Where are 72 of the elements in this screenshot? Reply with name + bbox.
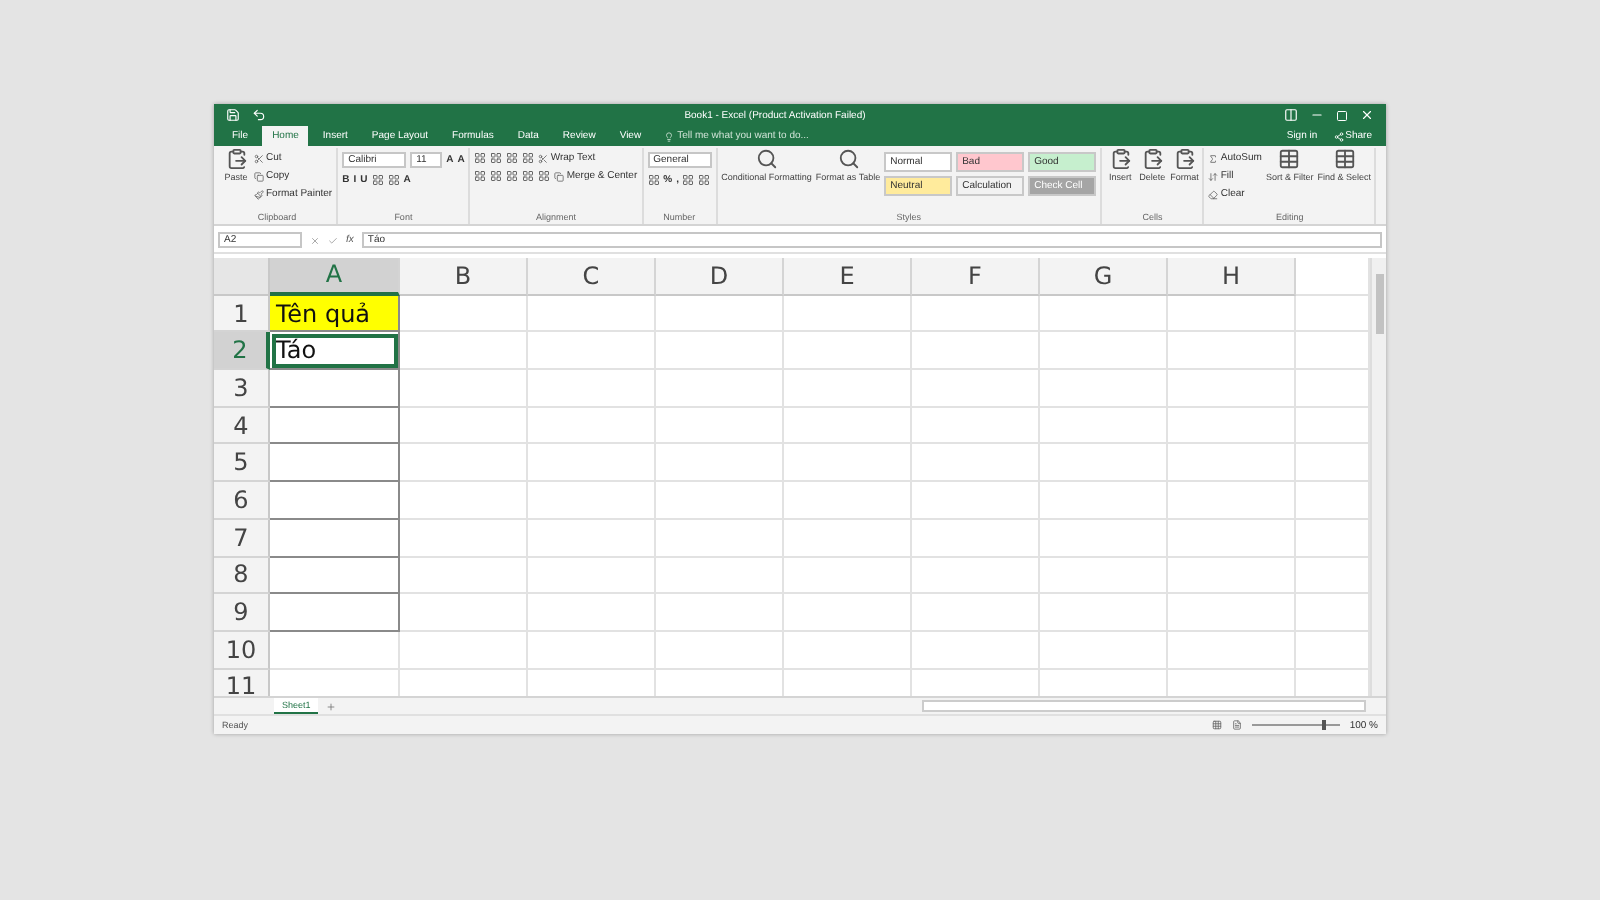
table-cell[interactable]: Táo (270, 332, 400, 371)
row-header[interactable]: 4 (214, 407, 270, 445)
ribbon-icon (1278, 148, 1301, 170)
close-icon[interactable] (1360, 108, 1374, 122)
format-icon[interactable] (522, 170, 535, 182)
undo-icon[interactable] (252, 108, 266, 122)
row-header[interactable]: 10 (214, 631, 270, 670)
format-icon[interactable] (682, 174, 695, 186)
ribbon-icon (225, 148, 247, 170)
minimize-icon[interactable] (1310, 108, 1324, 122)
ribbon-icon (1208, 153, 1219, 163)
column-header[interactable]: G (1040, 258, 1168, 296)
ribbon-icon (1141, 148, 1164, 170)
format-icon[interactable] (474, 170, 487, 182)
table-cell[interactable] (270, 594, 400, 632)
format-icon[interactable] (647, 174, 660, 186)
add-sheet-icon[interactable] (326, 701, 337, 711)
ribbon-icon (837, 148, 859, 170)
row-header[interactable]: 3 (214, 370, 270, 408)
ribbon-icon (254, 189, 264, 199)
ribbon-display-icon[interactable] (1284, 108, 1298, 122)
row-header[interactable]: 1 (214, 295, 270, 333)
format-icon[interactable] (538, 170, 551, 182)
format-icon[interactable] (506, 152, 519, 164)
column-header[interactable]: H (1168, 258, 1296, 296)
table-cell[interactable] (270, 407, 400, 445)
row-header[interactable]: 8 (214, 557, 270, 595)
ribbon-icon (1173, 148, 1196, 170)
format-icon[interactable] (387, 174, 400, 186)
page-layout-icon[interactable] (1231, 720, 1242, 730)
format-icon[interactable] (698, 174, 711, 186)
row-header[interactable]: 5 (214, 444, 270, 483)
table-cell[interactable]: Tên quả (270, 295, 400, 333)
row-header[interactable]: 9 (214, 594, 270, 632)
lightbulb-icon (663, 131, 674, 141)
format-icon[interactable] (522, 152, 535, 164)
vertical-scrollbar[interactable] (1370, 258, 1386, 696)
table-cell[interactable] (270, 370, 400, 408)
table-cell[interactable] (270, 519, 400, 557)
column-header[interactable]: A (270, 258, 400, 296)
enter-icon[interactable] (328, 235, 338, 245)
row-header[interactable]: 7 (214, 519, 270, 557)
column-header[interactable]: F (912, 258, 1040, 296)
ribbon-icon (1208, 189, 1219, 199)
row-header[interactable]: 6 (214, 482, 270, 520)
maximize-icon[interactable] (1336, 109, 1348, 121)
ribbon-icon (755, 148, 778, 170)
ribbon-icon (1333, 148, 1356, 170)
ribbon-icon (1208, 171, 1219, 181)
share-icon (1333, 131, 1344, 141)
row-header[interactable]: 2 (214, 332, 270, 371)
column-header[interactable]: E (784, 258, 912, 296)
ribbon-icon (1109, 148, 1132, 170)
column-header[interactable]: D (656, 258, 784, 296)
format-icon[interactable] (490, 152, 503, 164)
ribbon-icon (554, 171, 565, 181)
horizontal-scrollbar[interactable] (922, 700, 1366, 712)
normal-view-icon[interactable] (1211, 720, 1222, 730)
ribbon-icon (254, 171, 264, 181)
table-cell[interactable] (270, 482, 400, 520)
save-icon[interactable] (226, 108, 240, 122)
ribbon-icon (254, 153, 264, 163)
table-cell[interactable] (270, 557, 400, 595)
column-header[interactable]: B (400, 258, 528, 296)
format-icon[interactable] (490, 170, 503, 182)
select-all-corner[interactable] (214, 258, 270, 296)
format-icon[interactable] (371, 174, 384, 186)
format-icon[interactable] (474, 152, 487, 164)
table-cell[interactable] (270, 444, 400, 483)
format-icon[interactable] (506, 170, 519, 182)
column-header[interactable]: C (528, 258, 656, 296)
row-header[interactable]: 11 (214, 669, 270, 696)
